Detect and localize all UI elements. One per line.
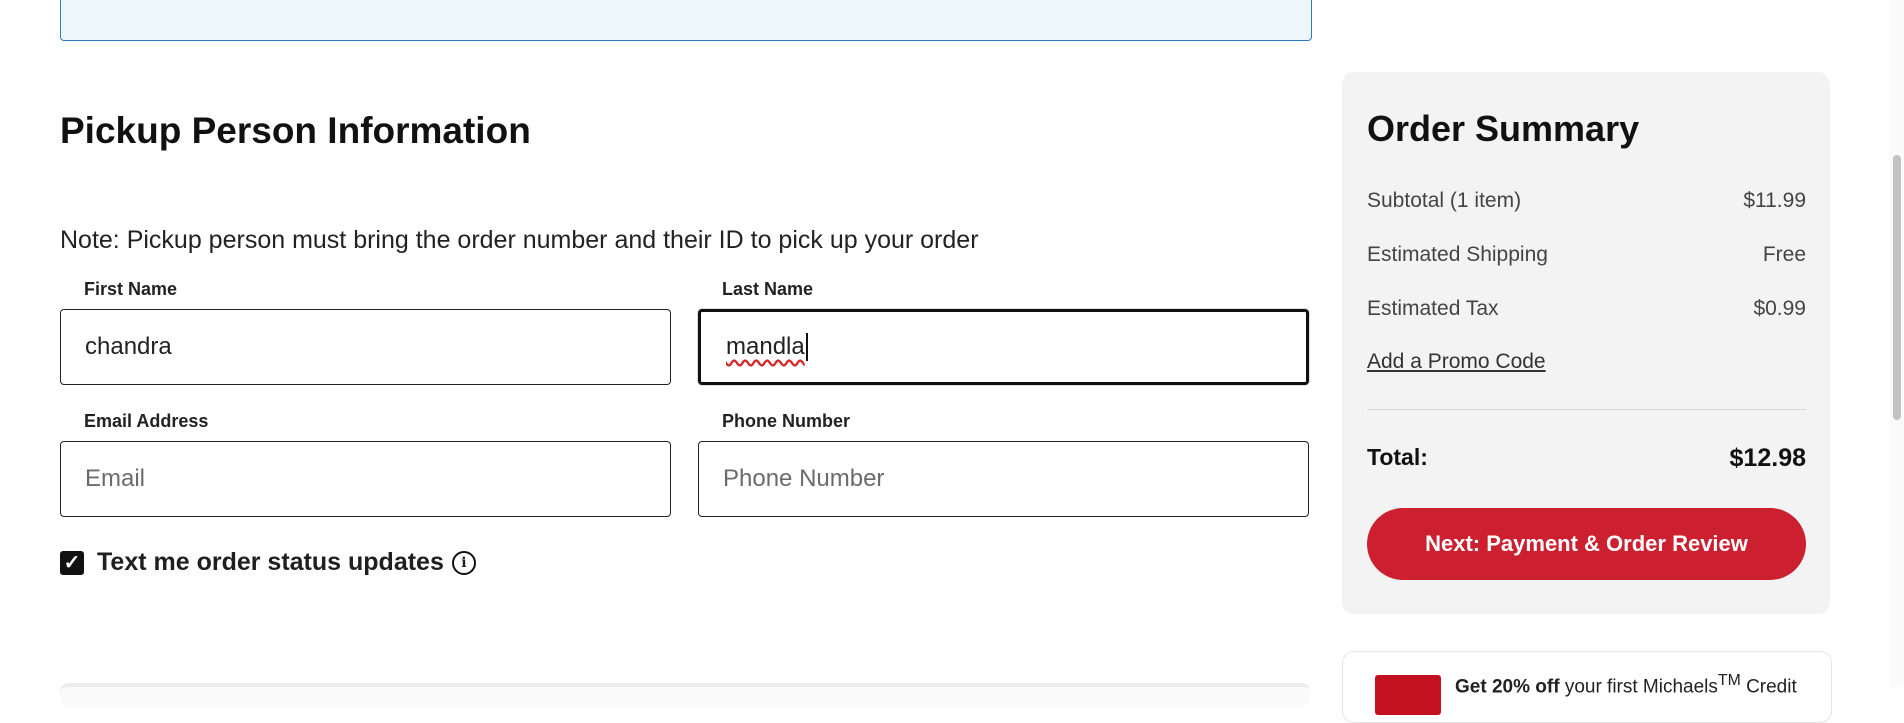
credit-offer-tm: TM [1717, 672, 1741, 689]
section-title: Pickup Person Information [60, 110, 531, 151]
subtotal-row: Subtotal (1 item) $11.99 [1367, 189, 1806, 213]
subtotal-label: Subtotal (1 item) [1367, 189, 1522, 212]
last-name-group: Last Name mandla [698, 279, 1309, 385]
last-name-value: mandla [726, 333, 805, 360]
scrollbar-thumb[interactable] [1893, 155, 1901, 420]
first-name-group: First Name chandra [60, 279, 671, 385]
total-value: $12.98 [1729, 444, 1806, 472]
info-icon[interactable]: i [451, 550, 476, 575]
order-summary-title: Order Summary [1367, 108, 1640, 149]
email-group: Email Address Email [60, 411, 671, 517]
last-name-input[interactable]: mandla [698, 309, 1309, 385]
first-name-label: First Name [84, 279, 178, 299]
info-banner [60, 0, 1312, 41]
email-label: Email Address [84, 411, 209, 431]
checkmark-icon: ✓ [63, 552, 81, 574]
sms-optin-label[interactable]: Text me order status updates [97, 548, 444, 577]
phone-input[interactable]: Phone Number [698, 441, 1309, 517]
promo-code-link[interactable]: Add a Promo Code [1367, 350, 1546, 374]
order-summary-panel: Order Summary Subtotal (1 item) $11.99 E… [1342, 72, 1830, 614]
credit-offer-card[interactable]: Get 20% off your first MichaelsTM Credit [1342, 651, 1832, 723]
phone-group: Phone Number Phone Number [698, 411, 1309, 517]
next-payment-button[interactable]: Next: Payment & Order Review [1367, 508, 1806, 580]
phone-label: Phone Number [722, 411, 851, 431]
credit-offer-text: Get 20% off your first MichaelsTM Credit [1455, 672, 1797, 698]
subtotal-value: $11.99 [1743, 189, 1806, 212]
last-name-label: Last Name [722, 279, 814, 299]
sms-optin-row: ✓ Text me order status updates i [60, 548, 476, 577]
tax-value: $0.99 [1753, 297, 1806, 320]
sms-optin-checkbox[interactable]: ✓ [60, 550, 84, 575]
phone-placeholder: Phone Number [723, 465, 885, 492]
first-name-value: chandra [85, 333, 172, 360]
text-caret [805, 333, 808, 361]
scrollbar[interactable] [1890, 0, 1904, 687]
shipping-label: Estimated Shipping [1367, 243, 1548, 266]
tax-row: Estimated Tax $0.99 [1367, 297, 1806, 321]
credit-card-image [1375, 675, 1441, 715]
summary-divider [1367, 409, 1806, 410]
tax-label: Estimated Tax [1367, 297, 1499, 320]
email-placeholder: Email [85, 465, 146, 492]
total-row: Total: $12.98 [1367, 444, 1806, 473]
shipping-row: Estimated Shipping Free [1367, 243, 1806, 267]
first-name-input[interactable]: chandra [60, 309, 671, 385]
shipping-value: Free [1762, 243, 1806, 266]
pickup-note: Note: Pickup person must bring the order… [60, 226, 979, 254]
email-input[interactable]: Email [60, 441, 671, 517]
total-label: Total: [1367, 444, 1428, 470]
